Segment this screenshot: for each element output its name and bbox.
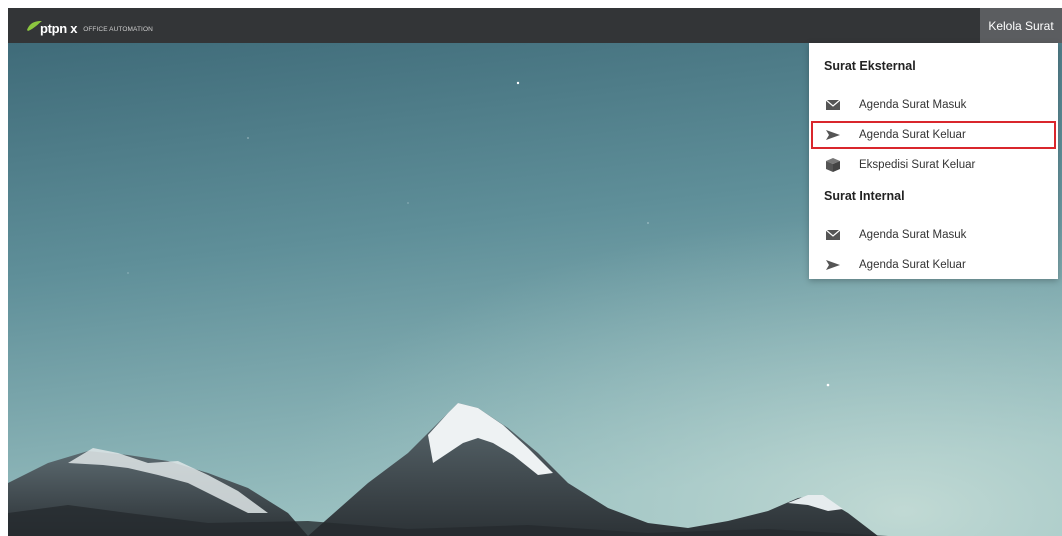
section-title-eksternal: Surat Eksternal xyxy=(824,59,916,73)
menu-item-eksternal-agenda-masuk[interactable]: Agenda Surat Masuk xyxy=(811,91,1056,119)
menu-item-label: Agenda Surat Keluar xyxy=(859,259,966,271)
kelola-surat-dropdown: Surat Eksternal Agenda Surat Masuk Agend… xyxy=(809,43,1058,279)
send-icon xyxy=(826,130,840,140)
top-navbar: ptpn x OFFICE AUTOMATION Kelola Surat xyxy=(8,8,1062,43)
menu-item-internal-agenda-keluar[interactable]: Agenda Surat Keluar xyxy=(811,251,1056,279)
menu-item-internal-agenda-masuk[interactable]: Agenda Surat Masuk xyxy=(811,221,1056,249)
kelola-surat-button[interactable]: Kelola Surat xyxy=(980,8,1062,43)
envelope-icon xyxy=(825,229,841,240)
menu-item-label: Agenda Surat Masuk xyxy=(859,229,967,241)
menu-item-label: Ekspedisi Surat Keluar xyxy=(859,159,976,171)
menu-item-eksternal-agenda-keluar[interactable]: Agenda Surat Keluar xyxy=(811,121,1056,149)
menu-item-eksternal-ekspedisi[interactable]: Ekspedisi Surat Keluar xyxy=(811,151,1056,179)
envelope-icon xyxy=(825,99,841,110)
brand-subtitle: OFFICE AUTOMATION xyxy=(83,26,153,33)
app-window: ptpn x OFFICE AUTOMATION Kelola Surat Su… xyxy=(8,8,1062,536)
brand-name: ptpn x xyxy=(40,21,78,36)
menu-item-label: Agenda Surat Keluar xyxy=(859,129,966,141)
menu-item-label: Agenda Surat Masuk xyxy=(859,99,967,111)
leaf-icon xyxy=(27,21,42,31)
send-icon xyxy=(826,260,840,270)
box-icon xyxy=(826,158,840,172)
section-title-internal: Surat Internal xyxy=(824,189,905,203)
brand-logo[interactable]: ptpn x OFFICE AUTOMATION xyxy=(26,16,153,36)
